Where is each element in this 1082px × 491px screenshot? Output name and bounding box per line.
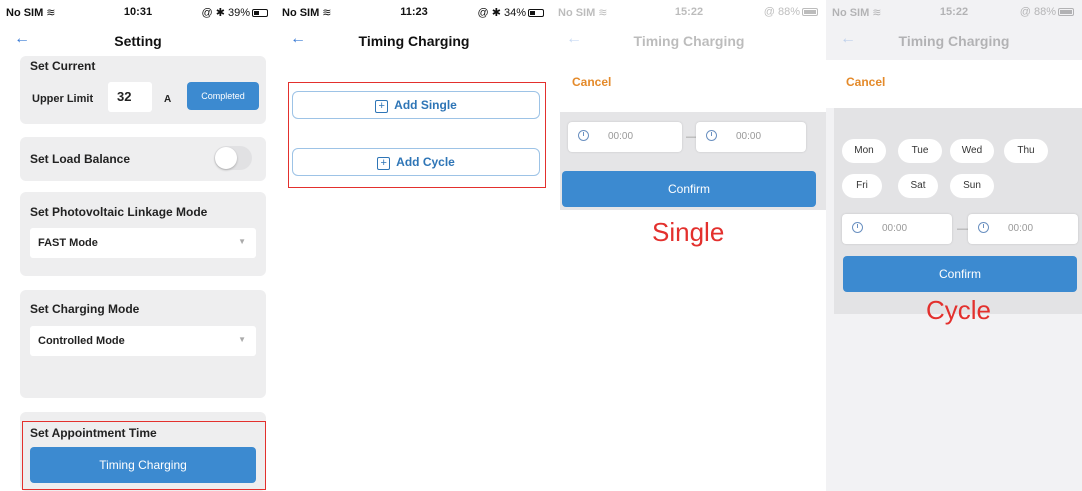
clock-icon (978, 222, 989, 233)
caret-down-icon: ▼ (238, 335, 246, 344)
load-balance-label: Set Load Balance (30, 152, 131, 166)
status-bar: No SIM ≋ 15:22 @ 88% (826, 0, 1082, 22)
range-separator: — (957, 223, 968, 235)
pv-mode-select[interactable]: FAST Mode ▼ (30, 228, 256, 258)
status-indicators: @ 88% (1019, 6, 1056, 18)
day-chip-thu[interactable]: Thu (1004, 139, 1048, 163)
start-time-input[interactable]: 00:00 (568, 122, 682, 152)
start-time-value: 00:00 (882, 223, 908, 234)
page-title: Timing Charging (898, 33, 1010, 49)
day-chip-wed[interactable]: Wed (950, 139, 994, 163)
cancel-button[interactable]: Cancel (846, 75, 885, 89)
pv-mode-value: FAST Mode (38, 237, 98, 249)
page-title: Setting (114, 33, 162, 49)
day-chip-mon[interactable]: Mon (842, 139, 886, 163)
start-time-input[interactable]: 00:00 (842, 214, 952, 244)
day-chip-tue[interactable]: Tue (898, 139, 942, 163)
highlight-box (288, 82, 546, 188)
end-time-input[interactable]: 00:00 (968, 214, 1078, 244)
load-balance-toggle[interactable] (214, 146, 252, 170)
confirm-button[interactable]: Confirm (843, 256, 1077, 292)
day-chip-sun[interactable]: Sun (950, 174, 994, 198)
caret-down-icon: ▼ (238, 237, 246, 246)
nav-bar: ← Timing Charging (552, 24, 826, 56)
battery-icon (802, 8, 818, 16)
setting-screen: No SIM ≋ 10:31 @ ✱ 39% ← Setting Set Curr… (0, 0, 276, 491)
battery-icon (1058, 8, 1074, 16)
page-title: Timing Charging (633, 33, 745, 49)
charging-mode-select[interactable]: Controlled Mode ▼ (30, 326, 256, 356)
unit-label: A (164, 94, 172, 105)
nav-bar: ← Timing Charging (276, 24, 552, 56)
status-bar: No SIM ≋ 10:31 @ ✱ 39% (0, 0, 276, 22)
upper-limit-label: Upper Limit (32, 93, 94, 105)
cycle-annotation: Cycle (926, 295, 992, 325)
nav-bar: ← Timing Charging (826, 24, 1082, 56)
charging-mode-value: Controlled Mode (38, 335, 125, 347)
status-indicators: @ ✱ 34% (477, 7, 526, 19)
set-current-title: Set Current (30, 59, 96, 73)
pv-mode-label: Set Photovoltaic Linkage Mode (30, 205, 208, 219)
cycle-timing-screen: No SIM ≋ 15:22 @ 88% ← Timing Charging Ca… (826, 0, 1082, 491)
cancel-button[interactable]: Cancel (572, 75, 611, 89)
single-annotation: Single (652, 217, 725, 247)
page-title: Timing Charging (358, 33, 470, 49)
battery-icon (528, 9, 544, 17)
charging-mode-label: Set Charging Mode (30, 302, 140, 316)
status-indicators: @ 88% (763, 6, 800, 18)
upper-limit-input[interactable]: 32 (108, 82, 152, 112)
highlight-box (22, 421, 266, 490)
end-time-input[interactable]: 00:00 (696, 122, 806, 152)
confirm-button[interactable]: Confirm (562, 171, 816, 207)
timing-charging-screen: No SIM ≋ 11:23 @ ✱ 34% ← Timing Charging … (276, 0, 552, 491)
day-chip-sat[interactable]: Sat (898, 174, 938, 198)
status-indicators: @ ✱ 39% (201, 7, 250, 19)
end-time-value: 00:00 (736, 131, 762, 142)
clock-icon (578, 130, 589, 141)
status-bar: No SIM ≋ 15:22 @ 88% (552, 0, 826, 22)
day-chip-fri[interactable]: Fri (842, 174, 882, 198)
nav-bar: ← Setting (0, 24, 276, 56)
single-timing-screen: No SIM ≋ 15:22 @ 88% ← Timing Charging Ca… (552, 0, 826, 491)
clock-icon (852, 222, 863, 233)
end-time-value: 00:00 (1008, 223, 1034, 234)
battery-icon (252, 9, 268, 17)
toggle-knob (215, 147, 237, 169)
completed-button[interactable]: Completed (187, 82, 259, 110)
status-bar: No SIM ≋ 11:23 @ ✱ 34% (276, 0, 552, 22)
clock-icon (706, 130, 717, 141)
start-time-value: 00:00 (608, 131, 634, 142)
